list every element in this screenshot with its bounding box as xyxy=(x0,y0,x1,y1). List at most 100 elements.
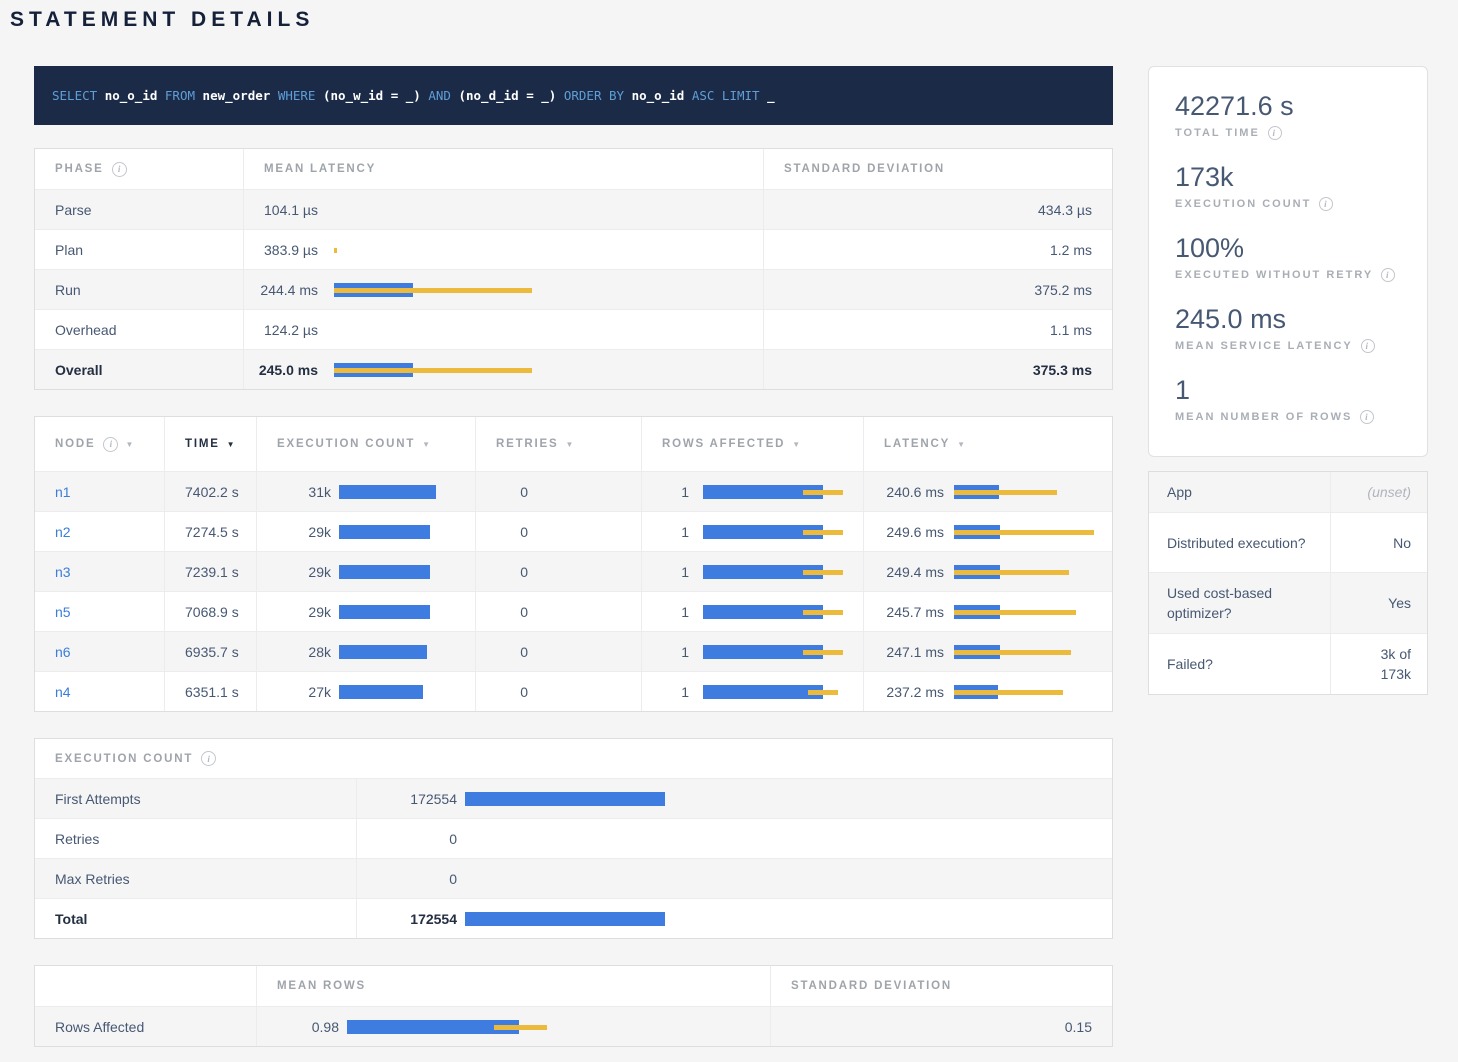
execution-count-value: 29k xyxy=(269,524,331,540)
retries-header-label: RETRIES xyxy=(496,438,558,450)
latency-cell: 249.6 ms xyxy=(864,512,1112,551)
stat-total-time: 42271.6 s TOTAL TIMEi xyxy=(1175,91,1401,140)
table-row: n1 7402.2 s 31k 0 1 240.6 ms xyxy=(35,471,1112,511)
rows-affected-cell: 1 xyxy=(642,552,864,591)
count-label-cell: Retries xyxy=(35,819,357,858)
page-title: STATEMENT DETAILS xyxy=(10,8,314,32)
rows-affected-column-header[interactable]: ROWS AFFECTED ▼ xyxy=(642,417,864,471)
standard-deviation-cell: 0.15 xyxy=(771,1007,1112,1046)
retries-cell: 0 xyxy=(476,592,642,631)
mean-rows-column-header[interactable]: MEAN ROWS xyxy=(257,966,771,1006)
info-icon[interactable]: i xyxy=(103,437,118,452)
execution-count-section-label: EXECUTION COUNT xyxy=(55,753,193,765)
execution-count-cell: 27k xyxy=(257,672,476,711)
info-icon[interactable]: i xyxy=(1381,268,1395,282)
node-link[interactable]: n3 xyxy=(55,564,71,580)
sort-arrow-icon[interactable]: ▼ xyxy=(125,440,133,449)
table-row: Overall 245.0 ms 375.3 ms xyxy=(35,349,1112,389)
execution-count-table: EXECUTION COUNT i First Attempts 172554 … xyxy=(34,738,1113,939)
node-cell: n1 xyxy=(35,472,165,511)
node-cell: n6 xyxy=(35,632,165,671)
sort-arrow-icon[interactable]: ▼ xyxy=(422,440,430,449)
info-icon[interactable]: i xyxy=(1360,410,1374,424)
stat-value: 245.0 ms xyxy=(1175,304,1401,334)
execution-count-cell: 28k xyxy=(257,632,476,671)
rows-affected-cell: 1 xyxy=(642,472,864,511)
sort-arrow-icon[interactable]: ▼ xyxy=(565,440,573,449)
retries-cell: 0 xyxy=(476,672,642,711)
count-label-cell: Total xyxy=(35,899,357,938)
standard-deviation-cell: 1.1 ms xyxy=(764,310,1112,349)
info-icon[interactable]: i xyxy=(1319,197,1333,211)
retries-value: 0 xyxy=(488,524,528,540)
app-details-table: App (unset) Distributed execution? No Us… xyxy=(1148,471,1428,695)
table-row: n5 7068.9 s 29k 0 1 245.7 ms xyxy=(35,591,1112,631)
node-column-header[interactable]: NODE i ▼ xyxy=(35,417,165,471)
latency-value: 249.6 ms xyxy=(878,524,944,540)
rows-affected-header-label: ROWS AFFECTED xyxy=(662,438,785,450)
mean-latency-header-label: MEAN LATENCY xyxy=(264,163,376,175)
retries-cell: 0 xyxy=(476,472,642,511)
sql-statement-box: SELECT no_o_id FROM new_order WHERE (no_… xyxy=(34,66,1113,125)
sql-token: ASC xyxy=(692,88,715,103)
retries-column-header[interactable]: RETRIES ▼ xyxy=(476,417,642,471)
node-link[interactable]: n2 xyxy=(55,524,71,540)
cost-based-optimizer-value: Yes xyxy=(1331,573,1427,633)
standard-deviation-cell: 375.3 ms xyxy=(764,350,1112,389)
count-value: 172554 xyxy=(369,791,457,807)
latency-cell: 245.7 ms xyxy=(864,592,1112,631)
count-value-cell: 172554 xyxy=(357,779,1112,818)
node-table-header: NODE i ▼ TIME ▼ EXECUTION COUNT ▼ RETRIE… xyxy=(35,417,1112,471)
mean-latency-value: 104.1 µs xyxy=(256,202,318,218)
info-icon[interactable]: i xyxy=(1361,339,1375,353)
latency-column-header[interactable]: LATENCY ▼ xyxy=(864,417,1112,471)
sql-statement-text: SELECT no_o_id FROM new_order WHERE (no_… xyxy=(52,88,775,103)
table-row: Run 244.4 ms 375.2 ms xyxy=(35,269,1112,309)
phase-column-header[interactable]: PHASE i xyxy=(35,149,244,189)
node-cell: n5 xyxy=(35,592,165,631)
time-cell: 7239.1 s xyxy=(165,552,257,591)
node-cell: n2 xyxy=(35,512,165,551)
info-icon[interactable]: i xyxy=(201,751,216,766)
node-link[interactable]: n1 xyxy=(55,484,71,500)
execution-count-cell: 31k xyxy=(257,472,476,511)
count-value-cell: 0 xyxy=(357,859,1112,898)
sort-arrow-icon[interactable]: ▼ xyxy=(957,440,965,449)
latency-bar xyxy=(954,524,1102,540)
standard-deviation-column-header[interactable]: STANDARD DEVIATION xyxy=(764,149,1112,189)
table-row: First Attempts 172554 xyxy=(35,778,1112,818)
summary-sidebar: 42271.6 s TOTAL TIMEi 173k EXECUTION COU… xyxy=(1148,66,1428,695)
retries-value: 0 xyxy=(488,484,528,500)
info-icon[interactable]: i xyxy=(1268,126,1282,140)
standard-deviation-column-header[interactable]: STANDARD DEVIATION xyxy=(771,966,1112,1006)
node-link[interactable]: n4 xyxy=(55,684,71,700)
standard-deviation-header-label: STANDARD DEVIATION xyxy=(791,980,952,992)
stat-label: EXECUTION COUNTi xyxy=(1175,197,1401,211)
execution-count-cell: 29k xyxy=(257,512,476,551)
mean-latency-value: 124.2 µs xyxy=(256,322,318,338)
standard-deviation-header-label: STANDARD DEVIATION xyxy=(784,163,945,175)
mean-latency-value: 244.4 ms xyxy=(256,282,318,298)
table-row: Total 172554 xyxy=(35,898,1112,938)
node-link[interactable]: n5 xyxy=(55,604,71,620)
sort-arrow-icon[interactable]: ▼ xyxy=(227,440,235,449)
latency-bar xyxy=(334,322,753,338)
mean-latency-cell: 124.2 µs xyxy=(244,310,764,349)
execution-count-column-header[interactable]: EXECUTION COUNT ▼ xyxy=(257,417,476,471)
info-icon[interactable]: i xyxy=(112,162,127,177)
mean-latency-column-header[interactable]: MEAN LATENCY xyxy=(244,149,764,189)
stat-label: MEAN SERVICE LATENCYi xyxy=(1175,339,1401,353)
empty-header-cell xyxy=(35,966,257,1006)
mean-latency-cell: 244.4 ms xyxy=(244,270,764,309)
execution-count-value: 31k xyxy=(269,484,331,500)
sort-arrow-icon[interactable]: ▼ xyxy=(792,440,800,449)
execution-count-bar xyxy=(339,564,465,580)
latency-value: 247.1 ms xyxy=(878,644,944,660)
node-link[interactable]: n6 xyxy=(55,644,71,660)
latency-value: 240.6 ms xyxy=(878,484,944,500)
count-bar xyxy=(465,831,1102,847)
sql-token: no_o_id xyxy=(632,88,685,103)
stat-label: MEAN NUMBER OF ROWSi xyxy=(1175,410,1401,424)
execution-count-bar xyxy=(339,604,465,620)
time-column-header[interactable]: TIME ▼ xyxy=(165,417,257,471)
